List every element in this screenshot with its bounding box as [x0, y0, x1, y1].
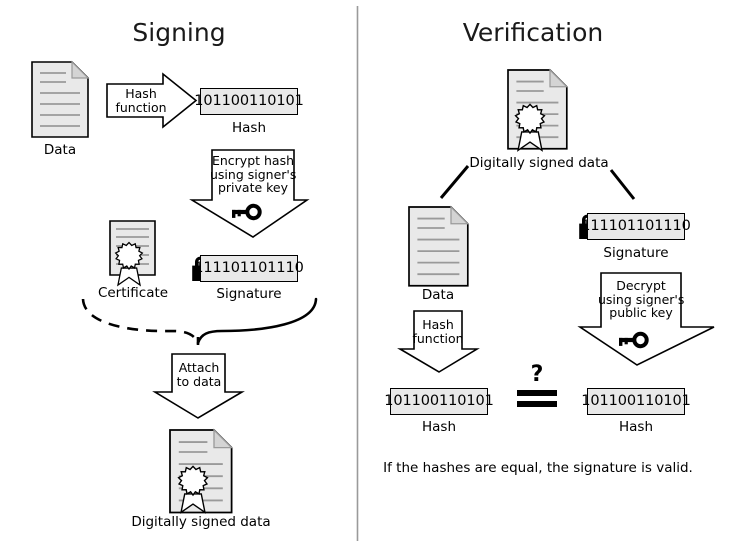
signature-value-box-signing: 111101101110 [194, 255, 304, 282]
hash-value-box-right: 101100110101 [581, 388, 691, 415]
caption-hash-right: Hash [618, 419, 653, 435]
down-arrow-decrypt [577, 272, 715, 366]
caption-hash-left: Hash [421, 419, 456, 435]
equals-bar-top [517, 390, 557, 396]
question-mark-comparison: ? [530, 362, 544, 387]
signature-value-box-verification: 111101101110 [581, 213, 691, 240]
signed-document-icon-verification [507, 69, 568, 152]
dashed-curve-connector [81, 298, 200, 344]
hash-value-box-left: 101100110101 [384, 388, 494, 415]
caption-data-verification: Data [421, 287, 455, 303]
caption-signed-data-signing: Digitally signed data [131, 514, 271, 530]
document-icon-data-verification [408, 206, 469, 287]
caption-certificate: Certificate [97, 285, 169, 301]
right-arrow-hash-function [106, 72, 198, 129]
equals-sign [515, 390, 559, 407]
page-title-signing: Signing [132, 18, 226, 47]
hash-value-box-signing: 101100110101 [194, 88, 304, 115]
equals-bar-bottom [517, 401, 557, 407]
page-title-verification: Verification [462, 18, 604, 47]
document-icon-data-signing [31, 61, 89, 138]
caption-signed-data-verification: Digitally signed data [469, 155, 609, 171]
caption-data-signing: Data [43, 142, 77, 158]
down-arrow-attach [152, 353, 245, 419]
caption-hash-signing: Hash [231, 120, 266, 136]
caption-signature-verification: Signature [603, 245, 669, 261]
diagonal-connector-right [609, 169, 636, 200]
down-arrow-encrypt [189, 149, 310, 238]
caption-signature-signing: Signature [216, 286, 282, 302]
down-arrow-hash-function-verification [397, 310, 480, 373]
signed-document-icon-signing [169, 429, 233, 514]
certificate-icon [109, 220, 156, 286]
solid-curve-connector [196, 297, 318, 345]
conclusion-text: If the hashes are equal, the signature i… [383, 460, 693, 476]
